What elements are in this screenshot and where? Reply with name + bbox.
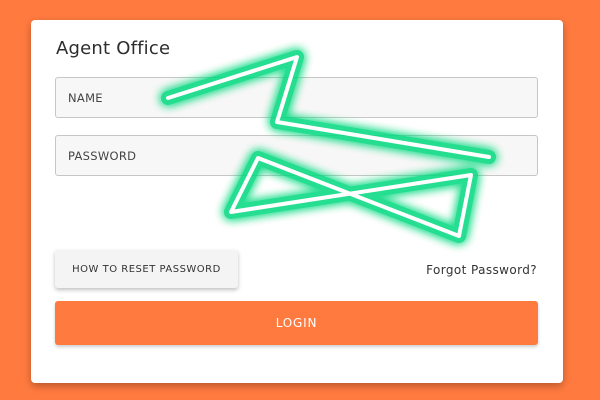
name-input[interactable]	[55, 77, 538, 118]
page-title: Agent Office	[56, 38, 171, 59]
password-input[interactable]	[55, 135, 538, 176]
login-button[interactable]: LOGIN	[55, 301, 538, 345]
how-to-reset-password-button[interactable]: HOW TO RESET PASSWORD	[55, 250, 238, 288]
forgot-password-link[interactable]: Forgot Password?	[426, 263, 537, 277]
login-card: Agent Office HOW TO RESET PASSWORD Forgo…	[31, 20, 563, 383]
